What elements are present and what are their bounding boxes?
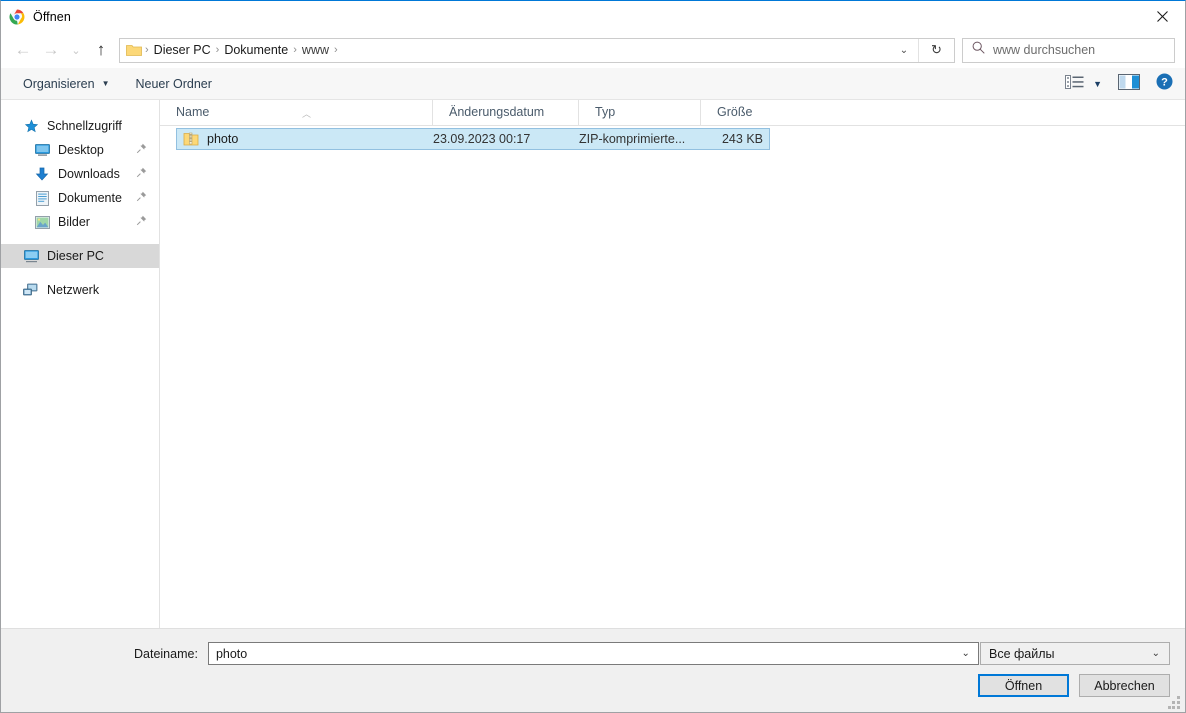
pin-icon[interactable] bbox=[136, 143, 147, 157]
command-bar-right: ▼ ? bbox=[1049, 68, 1173, 100]
dialog-body: Schnellzugriff Desktop Downloads Dokumen… bbox=[1, 100, 1185, 628]
download-icon bbox=[34, 166, 50, 182]
window-title: Öffnen bbox=[33, 9, 71, 24]
filename-row: Dateiname: photo ⌄ bbox=[134, 642, 979, 665]
pin-icon[interactable] bbox=[136, 167, 147, 181]
dialog-footer: Dateiname: photo ⌄ Все файлы ⌄ Öffnen Ab… bbox=[1, 628, 1185, 712]
sidebar-item-dokumente[interactable]: Dokumente bbox=[1, 186, 159, 210]
view-options-button[interactable]: ▼ bbox=[1065, 74, 1102, 94]
column-header-type[interactable]: Typ bbox=[578, 100, 700, 125]
sidebar-item-desktop[interactable]: Desktop bbox=[1, 138, 159, 162]
filename-input[interactable]: photo ⌄ bbox=[207, 642, 979, 665]
sidebar-item-label: Dieser PC bbox=[47, 249, 104, 263]
pictures-icon bbox=[34, 214, 50, 230]
sidebar-item-label: Desktop bbox=[58, 143, 104, 157]
column-header-label: Größe bbox=[717, 105, 753, 119]
navigation-sidebar: Schnellzugriff Desktop Downloads Dokumen… bbox=[1, 100, 160, 628]
filename-value: photo bbox=[215, 646, 248, 661]
documents-icon bbox=[34, 190, 50, 206]
resize-grip[interactable] bbox=[1168, 696, 1181, 709]
file-date: 23.09.2023 00:17 bbox=[433, 132, 531, 146]
star-icon bbox=[23, 118, 39, 134]
preview-pane-button[interactable] bbox=[1118, 73, 1140, 95]
cancel-button[interactable]: Abbrechen bbox=[1079, 674, 1170, 697]
forward-button[interactable]: → bbox=[37, 36, 65, 64]
search-icon bbox=[972, 41, 985, 59]
this-pc-icon bbox=[23, 248, 39, 264]
new-folder-label: Neuer Ordner bbox=[135, 76, 212, 91]
sidebar-item-downloads[interactable]: Downloads bbox=[1, 162, 159, 186]
view-list-icon bbox=[1065, 74, 1084, 94]
address-dropdown-icon[interactable]: ⌄ bbox=[891, 39, 917, 62]
sidebar-item-dieser-pc[interactable]: Dieser PC bbox=[1, 244, 159, 268]
column-header-date[interactable]: Änderungsdatum bbox=[432, 100, 578, 125]
chevron-down-icon: ▼ bbox=[101, 79, 110, 88]
pin-icon[interactable] bbox=[136, 191, 147, 205]
file-type-filter-select[interactable]: Все файлы ⌄ bbox=[980, 642, 1170, 665]
sidebar-item-label: Netzwerk bbox=[47, 283, 100, 297]
open-button[interactable]: Öffnen bbox=[978, 674, 1069, 697]
breadcrumb-item-0[interactable]: Dieser PC bbox=[150, 39, 215, 62]
command-bar: Organisieren ▼ Neuer Ordner ▼ ? bbox=[1, 68, 1185, 100]
file-type-filter-value: Все файлы bbox=[989, 646, 1055, 661]
file-name-cell: photo bbox=[177, 131, 433, 147]
close-button[interactable] bbox=[1139, 1, 1185, 31]
svg-text:?: ? bbox=[1161, 77, 1168, 89]
column-header-label: Name bbox=[176, 105, 210, 119]
refresh-icon[interactable]: ↻ bbox=[918, 38, 954, 62]
new-folder-button[interactable]: Neuer Ordner bbox=[136, 77, 212, 91]
recent-locations-button[interactable]: ⌄ bbox=[65, 36, 87, 64]
sidebar-item-label: Schnellzugriff bbox=[47, 119, 122, 133]
breadcrumb-item-1[interactable]: Dokumente bbox=[220, 39, 292, 62]
filename-label: Dateiname: bbox=[134, 646, 198, 661]
column-header-label: Änderungsdatum bbox=[449, 105, 545, 119]
pin-icon[interactable] bbox=[136, 215, 147, 229]
column-header-size[interactable]: Größe bbox=[700, 100, 770, 125]
sidebar-item-label: Downloads bbox=[58, 167, 120, 181]
sidebar-item-schnellzugriff[interactable]: Schnellzugriff bbox=[1, 114, 159, 138]
up-button[interactable]: ↑ bbox=[87, 36, 115, 64]
chrome-icon bbox=[9, 9, 25, 25]
file-name: photo bbox=[207, 132, 239, 146]
chevron-down-icon[interactable]: ⌄ bbox=[962, 643, 970, 664]
zip-file-icon bbox=[183, 131, 199, 147]
navigation-bar: ← → ⌄ ↑ › Dieser PC › Dokumente › www › … bbox=[1, 32, 1185, 68]
file-size: 243 KB bbox=[721, 132, 763, 146]
file-type: ZIP-komprimierte... bbox=[579, 132, 686, 146]
address-bar[interactable]: › Dieser PC › Dokumente › www › ⌄ ↻ bbox=[119, 37, 955, 63]
table-row[interactable]: photo 23.09.2023 00:17 ZIP-komprimierte.… bbox=[176, 128, 770, 150]
desktop-icon bbox=[34, 142, 50, 158]
crumb-separator[interactable]: › bbox=[333, 39, 339, 62]
preview-pane-icon bbox=[1118, 73, 1140, 95]
file-list[interactable]: photo 23.09.2023 00:17 ZIP-komprimierte.… bbox=[160, 126, 1185, 628]
title-bar: Öffnen bbox=[1, 1, 1185, 32]
sidebar-item-label: Bilder bbox=[58, 215, 90, 229]
chevron-down-icon: ⌄ bbox=[1151, 648, 1160, 659]
file-list-pane: Name ︿ Änderungsdatum Typ Größe photo 23… bbox=[160, 100, 1185, 628]
folder-icon bbox=[126, 43, 142, 57]
back-button[interactable]: ← bbox=[9, 36, 37, 64]
column-header-label: Typ bbox=[595, 105, 616, 119]
search-placeholder: www durchsuchen bbox=[993, 43, 1096, 57]
search-box[interactable]: www durchsuchen bbox=[962, 37, 1175, 63]
sidebar-item-label: Dokumente bbox=[58, 191, 122, 205]
breadcrumb-item-2[interactable]: www bbox=[298, 39, 333, 62]
organize-label: Organisieren bbox=[23, 76, 95, 91]
help-button[interactable]: ? bbox=[1156, 73, 1173, 95]
open-file-dialog: Öffnen ← → ⌄ ↑ › Dieser PC › Dokumente ›… bbox=[0, 0, 1186, 713]
network-icon bbox=[23, 282, 39, 298]
organize-button[interactable]: Organisieren ▼ bbox=[23, 77, 110, 91]
help-icon: ? bbox=[1156, 73, 1173, 95]
sort-ascending-icon: ︿ bbox=[302, 109, 312, 119]
sidebar-item-netzwerk[interactable]: Netzwerk bbox=[1, 278, 159, 302]
column-header-row: Name ︿ Änderungsdatum Typ Größe bbox=[160, 100, 1185, 126]
chevron-down-icon: ▼ bbox=[1093, 79, 1102, 89]
sidebar-item-bilder[interactable]: Bilder bbox=[1, 210, 159, 234]
column-header-name[interactable]: Name ︿ bbox=[160, 100, 432, 125]
